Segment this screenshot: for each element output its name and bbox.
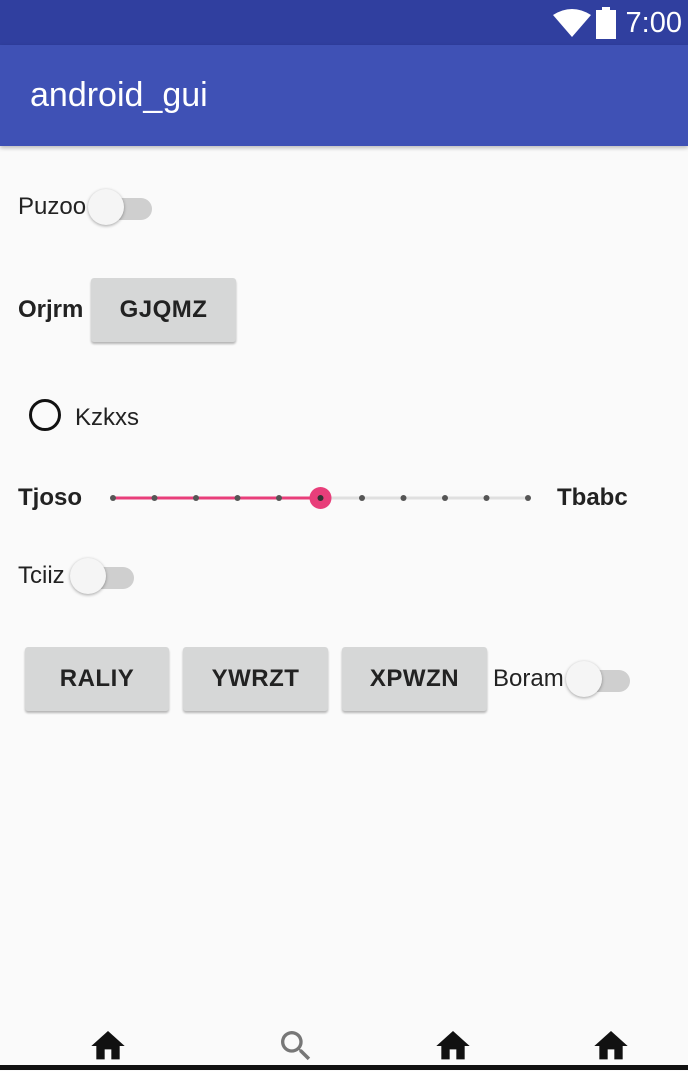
status-time: 7:00 xyxy=(625,7,682,39)
bottom-navigation xyxy=(0,1018,688,1070)
switch-thumb xyxy=(566,661,602,697)
nav-home-3[interactable] xyxy=(591,1026,631,1066)
slider-tick xyxy=(151,495,158,501)
kzkxs-radio[interactable] xyxy=(29,399,61,431)
switch-thumb xyxy=(70,558,106,594)
boram-switch[interactable] xyxy=(566,659,632,699)
slider-tick xyxy=(400,495,407,501)
gjqmz-button[interactable]: GJQMZ xyxy=(91,278,236,342)
slider-tick xyxy=(110,495,116,501)
nav-bottom-edge xyxy=(0,1065,688,1070)
slider-tick xyxy=(525,495,531,501)
tciiz-label: Tciiz xyxy=(18,562,65,589)
slider-end-label: Tbabc xyxy=(557,484,628,511)
puzoo-label: Puzoo xyxy=(18,193,87,220)
slider-tick xyxy=(442,495,448,501)
switch-thumb xyxy=(88,189,124,225)
tciiz-switch[interactable] xyxy=(70,556,136,596)
kzkxs-label[interactable]: Kzkxs xyxy=(75,404,139,432)
nav-home-2[interactable] xyxy=(433,1026,473,1066)
status-bar: 7:00 xyxy=(0,0,688,45)
app-bar: android_gui xyxy=(0,45,688,146)
home-icon xyxy=(91,1031,125,1060)
puzoo-switch[interactable] xyxy=(88,187,154,227)
slider-start-label: Tjoso xyxy=(18,484,82,511)
nav-home-1[interactable] xyxy=(88,1026,128,1066)
slider-tick xyxy=(359,495,365,501)
slider-tick xyxy=(483,495,490,501)
home-icon xyxy=(436,1031,470,1060)
tjoso-slider[interactable] xyxy=(100,482,540,514)
wifi-icon xyxy=(553,9,591,37)
slider-tick xyxy=(234,495,241,501)
battery-icon xyxy=(596,7,616,39)
boram-label: Boram xyxy=(493,665,564,692)
nav-search[interactable] xyxy=(276,1026,316,1066)
slider-tick xyxy=(276,495,282,501)
orjrm-label: Orjrm xyxy=(18,296,84,323)
ywrzt-button[interactable]: YWRZT xyxy=(183,647,328,711)
home-icon xyxy=(594,1031,628,1060)
slider-thumb-dot xyxy=(317,495,324,501)
xpwzn-button[interactable]: XPWZN xyxy=(342,647,487,711)
slider-tick xyxy=(193,495,199,501)
app-title: android_gui xyxy=(30,76,208,114)
raliy-button[interactable]: RALIY xyxy=(25,647,169,711)
search-icon xyxy=(281,1031,311,1061)
